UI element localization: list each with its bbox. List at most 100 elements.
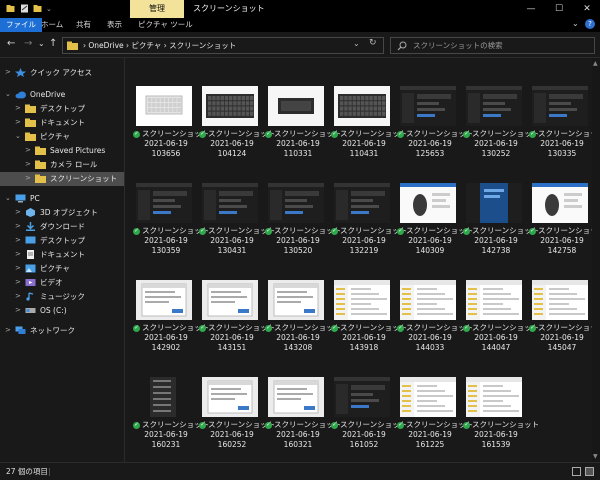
details-view-icon[interactable] — [572, 467, 581, 476]
close-button[interactable]: ✕ — [576, 0, 598, 18]
nav-item[interactable]: > ミュージック — [0, 290, 124, 304]
ribbon-expand-icon[interactable]: ⌄ — [572, 19, 579, 28]
nav-item[interactable]: ⌄ ピクチャ — [0, 130, 124, 144]
nav-item[interactable]: > クイック アクセス — [0, 66, 124, 80]
nav-item[interactable]: ⌄ OneDrive — [0, 88, 124, 102]
scroll-down-icon[interactable]: ▼ — [593, 453, 598, 460]
file-item[interactable]: ✓ スクリーンショット 2021-06-19 161225 — [397, 371, 473, 467]
file-item[interactable]: ✓ スクリーンショット 2021-06-19 160252 — [199, 371, 275, 467]
maximize-button[interactable]: ☐ — [548, 0, 570, 18]
file-item[interactable]: ✓ スクリーンショット 2021-06-19 125653 — [397, 80, 473, 176]
nav-item[interactable]: > ダウンロード — [0, 220, 124, 234]
large-icons-view-icon[interactable] — [585, 467, 594, 476]
search-input[interactable]: スクリーンショットの検索 — [413, 38, 503, 53]
nav-item[interactable]: >3D オブジェクト — [0, 206, 124, 220]
chevron-right-icon[interactable]: > — [25, 174, 31, 182]
file-item[interactable]: ✓ スクリーンショット 2021-06-19 140309 — [397, 177, 473, 273]
thumbnail-image — [400, 377, 456, 417]
file-item[interactable]: ✓ スクリーンショット 2021-06-19 144047 — [463, 274, 539, 370]
nav-item[interactable]: > デスクトップ — [0, 234, 124, 248]
file-item[interactable]: ✓ スクリーンショット 2021-06-19 142738 — [463, 177, 539, 273]
nav-item[interactable]: > ドキュメント — [0, 116, 124, 130]
tab-home[interactable]: ホーム — [41, 18, 63, 32]
thumbnail-image — [532, 183, 588, 223]
file-item[interactable]: ✓ スクリーンショット 2021-06-19 160321 — [265, 371, 341, 467]
nav-item[interactable]: > Saved Pictures — [0, 144, 124, 158]
chevron-right-icon[interactable]: > — [15, 264, 21, 272]
breadcrumb[interactable]: › OneDrive › ピクチャ › スクリーンショット — [83, 38, 236, 53]
chevron-right-icon[interactable]: > — [15, 250, 21, 258]
thumbnail-image — [136, 280, 192, 320]
explorer-icon — [6, 5, 15, 12]
file-item[interactable]: ✓ スクリーンショット 2021-06-19 160231 — [133, 371, 209, 467]
tab-view[interactable]: 表示 — [107, 18, 122, 32]
nav-item[interactable]: > スクリーンショット — [0, 172, 124, 186]
nav-item[interactable]: > ネットワーク — [0, 324, 124, 338]
chevron-right-icon[interactable]: > — [15, 104, 21, 112]
up-button[interactable]: ↑ — [49, 38, 57, 50]
nav-item[interactable]: ⌄ PC — [0, 192, 124, 206]
file-item[interactable]: ✓ スクリーンショット 2021-06-19 130252 — [463, 80, 539, 176]
search-box[interactable]: スクリーンショットの検索 — [390, 37, 595, 54]
tab-picture-tools[interactable]: ピクチャ ツール — [138, 18, 193, 32]
refresh-icon[interactable]: ↻ — [369, 38, 377, 48]
forward-button[interactable]: → — [24, 38, 32, 50]
file-item[interactable]: ✓ スクリーンショット 2021-06-19 130335 — [529, 80, 600, 176]
nav-item-label: ミュージック — [40, 292, 85, 301]
file-item[interactable]: ✓ スクリーンショット 2021-06-19 130359 — [133, 177, 209, 273]
file-item[interactable]: ✓ スクリーンショット 2021-06-19 130520 — [265, 177, 341, 273]
chevron-right-icon[interactable]: > — [15, 208, 21, 216]
file-item[interactable]: ✓ スクリーンショット 2021-06-19 142758 — [529, 177, 600, 273]
chevron-down-icon[interactable]: ⌄ — [15, 132, 21, 140]
scroll-up-icon[interactable]: ▲ — [593, 60, 598, 67]
file-time: 142902 — [151, 343, 181, 352]
chevron-right-icon[interactable]: > — [5, 68, 11, 76]
file-item[interactable]: ✓ スクリーンショット 2021-06-19 143918 — [331, 274, 407, 370]
chevron-down-icon[interactable]: ⌄ — [5, 90, 11, 98]
tab-file[interactable]: ファイル — [0, 18, 42, 32]
nav-item[interactable]: > ビデオ — [0, 276, 124, 290]
file-item[interactable]: ✓ スクリーンショット 2021-06-19 103656 — [133, 80, 209, 176]
file-item[interactable]: ✓ スクリーンショット 2021-06-19 143208 — [265, 274, 341, 370]
new-folder-icon[interactable] — [33, 4, 42, 13]
chevron-right-icon[interactable]: > — [15, 118, 21, 126]
chevron-right-icon[interactable]: > — [15, 278, 21, 286]
file-item[interactable]: ✓ スクリーンショット 2021-06-19 130431 — [199, 177, 275, 273]
chevron-right-icon[interactable]: > — [15, 306, 21, 314]
chevron-right-icon[interactable]: > — [15, 236, 21, 244]
file-item[interactable]: ✓ スクリーンショット 2021-06-19 110431 — [331, 80, 407, 176]
file-time: 143208 — [283, 343, 313, 352]
file-item[interactable]: ✓ スクリーンショット 2021-06-19 104124 — [199, 80, 275, 176]
chevron-right-icon[interactable]: > — [25, 160, 31, 168]
file-item[interactable]: ✓ スクリーンショット 2021-06-19 161052 — [331, 371, 407, 467]
chevron-right-icon[interactable]: > — [15, 222, 21, 230]
vertical-scrollbar[interactable]: ▲ ▼ — [592, 58, 600, 462]
nav-item[interactable]: > ピクチャ — [0, 262, 124, 276]
nav-item[interactable]: > OS (C:) — [0, 304, 124, 318]
chevron-right-icon[interactable]: > — [25, 146, 31, 154]
file-item[interactable]: ✓ スクリーンショット 2021-06-19 143151 — [199, 274, 275, 370]
file-item[interactable]: ✓ スクリーンショット 2021-06-19 110331 — [265, 80, 341, 176]
address-bar[interactable]: › OneDrive › ピクチャ › スクリーンショット ⌄ ↻ — [62, 37, 384, 54]
minimize-button[interactable]: — — [520, 0, 542, 18]
help-icon[interactable]: ? — [585, 19, 595, 29]
recent-locations-button[interactable]: ⌄ — [38, 38, 45, 50]
properties-icon[interactable] — [20, 4, 29, 13]
back-button[interactable]: ← — [7, 38, 15, 50]
file-item[interactable]: ✓ スクリーンショット 2021-06-19 145047 — [529, 274, 600, 370]
file-item[interactable]: ✓ スクリーンショット 2021-06-19 161539 — [463, 371, 539, 467]
address-dropdown-icon[interactable]: ⌄ — [353, 39, 360, 48]
chevron-right-icon[interactable]: > — [5, 326, 11, 334]
tab-share[interactable]: 共有 — [76, 18, 91, 32]
nav-item[interactable]: > デスクトップ — [0, 102, 124, 116]
file-item[interactable]: ✓ スクリーンショット 2021-06-19 144033 — [397, 274, 473, 370]
file-item[interactable]: ✓ スクリーンショット 2021-06-19 132219 — [331, 177, 407, 273]
file-thumbnail — [532, 183, 588, 223]
nav-item[interactable]: > ドキュメント — [0, 248, 124, 262]
manage-tab[interactable]: 管理 — [130, 0, 184, 18]
chevron-down-icon[interactable]: ⌄ — [5, 194, 11, 202]
chevron-right-icon[interactable]: > — [15, 292, 21, 300]
quick-access-toolbar-chevron-icon[interactable]: ⌄ — [46, 0, 52, 18]
nav-item[interactable]: > カメラ ロール — [0, 158, 124, 172]
file-item[interactable]: ✓ スクリーンショット 2021-06-19 142902 — [133, 274, 209, 370]
